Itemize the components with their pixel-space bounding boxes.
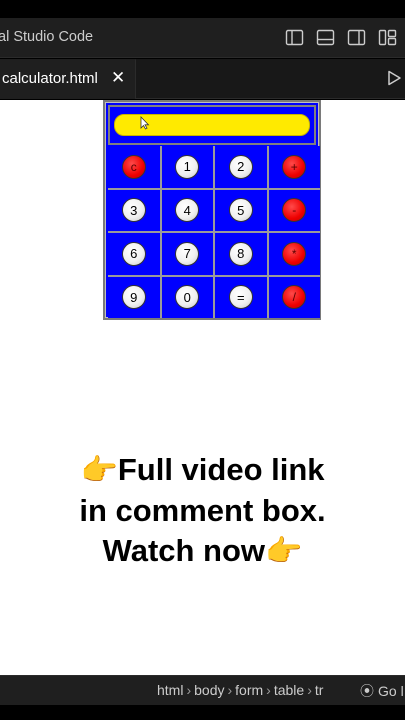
keypad-cell: - bbox=[268, 189, 320, 231]
key-button[interactable]: 7 bbox=[175, 241, 200, 266]
pointing-hand-icon: 👉 bbox=[265, 535, 303, 568]
caption-text-1: Full video link bbox=[117, 452, 325, 487]
key-button[interactable]: 8 bbox=[228, 241, 253, 266]
breadcrumb-separator: › bbox=[307, 682, 312, 698]
calculator-table: c 1 2 +3 4 5 - 6 7 8 * 9 0 = / bbox=[106, 103, 320, 318]
caption-line-2: in comment box. bbox=[79, 493, 326, 528]
breadcrumb-separator: › bbox=[186, 682, 192, 698]
pointing-hand-icon: 👉 bbox=[80, 454, 118, 487]
keypad-cell: / bbox=[268, 276, 320, 318]
toggle-panel-icon[interactable] bbox=[316, 28, 335, 47]
top-black-strip bbox=[0, 0, 405, 18]
breadcrumb-item[interactable]: form bbox=[235, 682, 263, 698]
key-button[interactable]: = bbox=[228, 285, 253, 310]
key-button[interactable]: + bbox=[282, 154, 307, 179]
key-button[interactable]: 9 bbox=[121, 285, 146, 310]
keypad-cell: 9 bbox=[108, 276, 160, 318]
key-button[interactable]: - bbox=[282, 198, 307, 223]
key-button[interactable]: 0 bbox=[175, 285, 200, 310]
keypad-cell: 1 bbox=[161, 146, 213, 188]
keypad-cell: 2 bbox=[215, 146, 267, 188]
key-button[interactable]: 3 bbox=[121, 198, 146, 223]
breadcrumb: html › body › form › table › tr bbox=[157, 682, 323, 698]
keypad-cell: + bbox=[268, 146, 320, 188]
keypad: c 1 2 +3 4 5 - 6 7 8 * 9 0 = / bbox=[108, 146, 320, 318]
title-bar: al Studio Code bbox=[0, 18, 405, 58]
key-button[interactable]: 5 bbox=[228, 198, 253, 223]
promo-caption: 👉Full video link in comment box. Watch n… bbox=[0, 450, 405, 572]
keypad-cell: c bbox=[108, 146, 160, 188]
breadcrumb-separator: › bbox=[266, 682, 271, 698]
breadcrumb-item[interactable]: body bbox=[194, 682, 224, 698]
key-button[interactable]: 6 bbox=[121, 241, 146, 266]
breadcrumb-item[interactable]: tr bbox=[315, 682, 324, 698]
breadcrumb-item[interactable]: html bbox=[157, 682, 183, 698]
layout-controls bbox=[285, 28, 405, 47]
broadcast-icon: ⦿ bbox=[360, 683, 374, 699]
breadcrumb-item[interactable]: table bbox=[274, 682, 304, 698]
status-bar: html › body › form › table › tr ⦿ Go l bbox=[0, 675, 405, 705]
go-live-label: Go l bbox=[378, 683, 404, 699]
tab-calculator-html[interactable]: calculator.html ✕ bbox=[0, 59, 136, 99]
display-row bbox=[108, 105, 316, 145]
keypad-cell: 3 bbox=[108, 189, 160, 231]
key-button[interactable]: 1 bbox=[175, 154, 200, 179]
toggle-primary-sidebar-icon[interactable] bbox=[285, 28, 304, 47]
key-button[interactable]: c bbox=[121, 154, 146, 179]
tab-label: calculator.html bbox=[2, 70, 98, 87]
caption-line-3: Watch now👉 bbox=[0, 531, 405, 572]
keypad-cell: 8 bbox=[215, 233, 267, 275]
caption-line-1: 👉Full video link bbox=[0, 450, 405, 491]
breadcrumb-separator: › bbox=[227, 682, 233, 698]
keypad-cell: 7 bbox=[161, 233, 213, 275]
mouse-cursor-icon bbox=[140, 115, 150, 130]
keypad-cell: = bbox=[215, 276, 267, 318]
caption-text-3: Watch now bbox=[102, 533, 266, 568]
customize-layout-icon[interactable] bbox=[378, 28, 397, 47]
toggle-secondary-sidebar-icon[interactable] bbox=[347, 28, 366, 47]
key-button[interactable]: 2 bbox=[228, 154, 253, 179]
run-icon[interactable] bbox=[385, 69, 403, 87]
go-live-button[interactable]: ⦿ Go l bbox=[360, 681, 404, 701]
key-button[interactable]: / bbox=[282, 285, 307, 310]
keypad-cell: 0 bbox=[161, 276, 213, 318]
close-icon[interactable]: ✕ bbox=[111, 68, 125, 88]
bottom-black-strip bbox=[0, 705, 405, 720]
editor-tab-bar: calculator.html ✕ bbox=[0, 59, 405, 99]
keypad-cell: 6 bbox=[108, 233, 160, 275]
browser-preview: c 1 2 +3 4 5-6 7 8 * 9 0 = / 👉Full video link in com… bbox=[0, 100, 405, 675]
keypad-cell: * bbox=[268, 233, 320, 275]
keypad-cell: 4 bbox=[161, 189, 213, 231]
calculator: c 1 2 +3 4 5 - 6 7 8 * 9 0 = / bbox=[103, 100, 321, 320]
key-button[interactable]: * bbox=[282, 241, 307, 266]
key-button[interactable]: 4 bbox=[175, 198, 200, 223]
keypad-cell: 5 bbox=[215, 189, 267, 231]
window-title: al Studio Code bbox=[0, 29, 94, 45]
